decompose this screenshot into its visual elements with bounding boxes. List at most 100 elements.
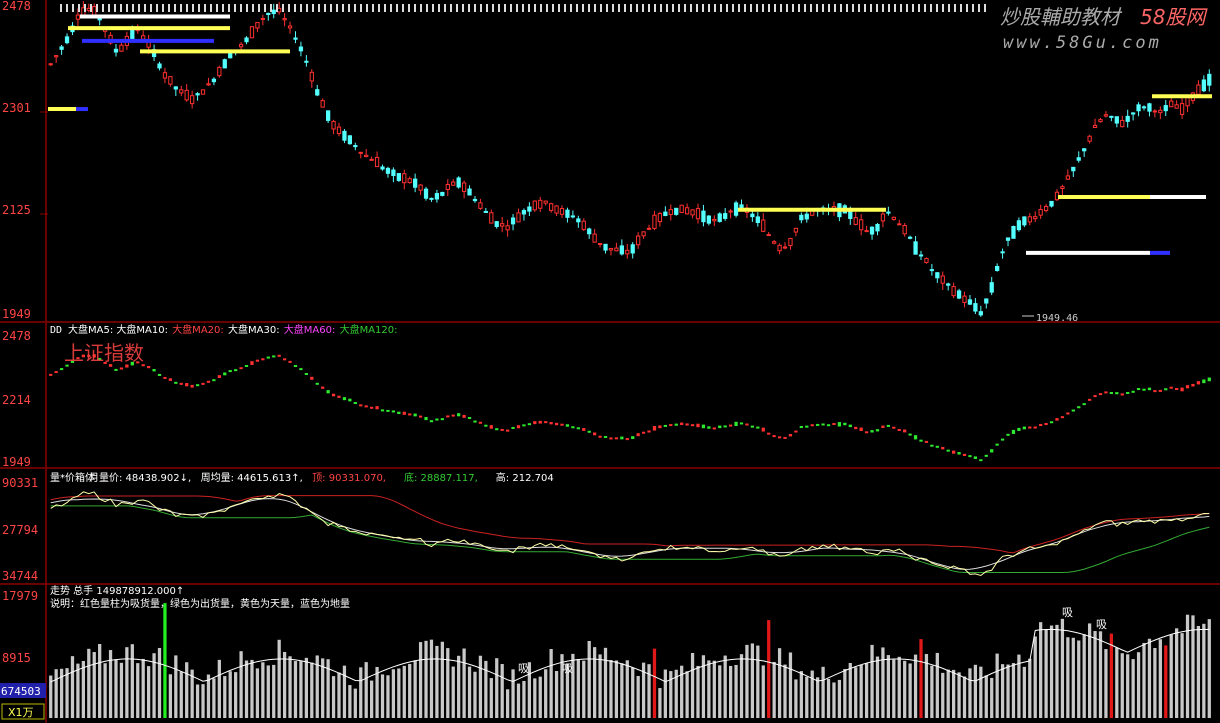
volume-bar	[103, 663, 107, 718]
index-candle	[146, 365, 151, 369]
index-candle	[685, 423, 689, 426]
top-marker	[768, 4, 770, 12]
volume-bar	[908, 663, 912, 718]
price-candle	[1152, 110, 1158, 113]
top-marker	[984, 4, 986, 12]
volume-bar	[799, 671, 803, 718]
index-candle	[739, 422, 744, 425]
top-marker	[852, 4, 854, 12]
top-marker	[390, 4, 392, 12]
price-candle	[59, 46, 64, 50]
volume-axis-label: 17979	[2, 589, 38, 603]
index-candle	[544, 421, 548, 424]
price-candle	[761, 219, 766, 232]
index-candle	[435, 418, 439, 421]
price-candle	[674, 207, 679, 215]
price-candle	[195, 93, 200, 96]
volume-legend-total: 走势 总手 149878912.000↑	[50, 584, 184, 597]
index-candle	[554, 422, 559, 426]
index-candle	[522, 424, 526, 427]
index-candle	[342, 397, 347, 401]
volume-bar	[114, 659, 118, 718]
volume-bar	[141, 658, 145, 718]
price-candle	[451, 181, 456, 186]
price-candle	[962, 295, 967, 303]
top-marker	[426, 4, 428, 12]
index-candle	[54, 371, 58, 374]
index-candle	[560, 423, 564, 426]
price-candle	[559, 208, 565, 215]
price-axis-label: 2301	[2, 101, 31, 115]
price-candle	[652, 214, 657, 229]
index-candle	[984, 454, 988, 457]
index-candle	[451, 414, 455, 417]
box-legend-item: 顶: 90331.070,	[312, 472, 386, 484]
volume-bar	[429, 639, 434, 718]
volume-bar	[136, 663, 140, 718]
top-marker	[78, 4, 80, 12]
top-marker	[954, 4, 956, 12]
top-marker	[144, 4, 146, 12]
index-candle	[1055, 418, 1059, 421]
volume-bar	[282, 651, 287, 718]
price-candle	[1114, 116, 1119, 124]
box-legend-item: 底: 28887.117,	[404, 471, 478, 484]
top-marker	[672, 4, 674, 12]
volume-bar	[897, 656, 901, 718]
volume-bar	[408, 663, 412, 718]
price-candle	[478, 202, 483, 209]
index-candle	[1000, 438, 1005, 441]
volume-bar	[1087, 623, 1092, 718]
volume-bar	[1191, 615, 1195, 718]
volume-bar	[952, 669, 956, 718]
index-candle	[255, 359, 260, 362]
price-candle	[54, 55, 59, 58]
top-marker	[882, 4, 884, 12]
top-marker	[468, 4, 470, 12]
top-marker	[180, 4, 182, 12]
volume-bar	[1115, 647, 1119, 718]
top-marker	[264, 4, 266, 12]
index-candle	[783, 436, 787, 439]
price-candle	[1179, 103, 1185, 115]
index-candle	[1071, 409, 1075, 412]
volume-bar	[728, 665, 733, 718]
index-candle	[1022, 426, 1026, 430]
top-marker	[756, 4, 758, 12]
index-candle	[728, 424, 733, 427]
index-candle	[1039, 424, 1043, 427]
index-candle	[837, 422, 842, 427]
top-marker	[780, 4, 782, 12]
price-candle	[1005, 237, 1011, 241]
price-candle	[918, 254, 924, 257]
price-candle	[554, 205, 559, 214]
index-candle	[473, 420, 477, 423]
price-candle	[282, 18, 287, 21]
price-candle	[723, 213, 728, 219]
index-candle	[386, 409, 390, 412]
top-marker	[828, 4, 830, 12]
volume-bar	[212, 678, 216, 718]
top-marker	[192, 4, 194, 12]
price-candle	[200, 89, 206, 95]
volume-bar	[587, 640, 591, 718]
index-candle	[168, 378, 173, 381]
top-marker	[414, 4, 416, 12]
top-marker	[396, 4, 398, 12]
volume-bar	[304, 657, 308, 718]
volume-price-box-panel	[50, 491, 1210, 577]
price-candle	[548, 203, 554, 211]
volume-bar	[370, 680, 374, 718]
index-candle	[1142, 388, 1146, 391]
index-candle	[272, 355, 276, 358]
price-candle	[592, 233, 597, 243]
volume-bar	[288, 656, 292, 718]
box-bottom-line	[50, 505, 1210, 573]
top-marker	[654, 4, 656, 12]
volume-bar	[1207, 619, 1211, 718]
top-marker	[156, 4, 158, 12]
price-candle	[657, 213, 663, 223]
price-candle	[1120, 119, 1125, 128]
volume-bar	[761, 665, 765, 718]
volume-bar	[1153, 648, 1157, 718]
